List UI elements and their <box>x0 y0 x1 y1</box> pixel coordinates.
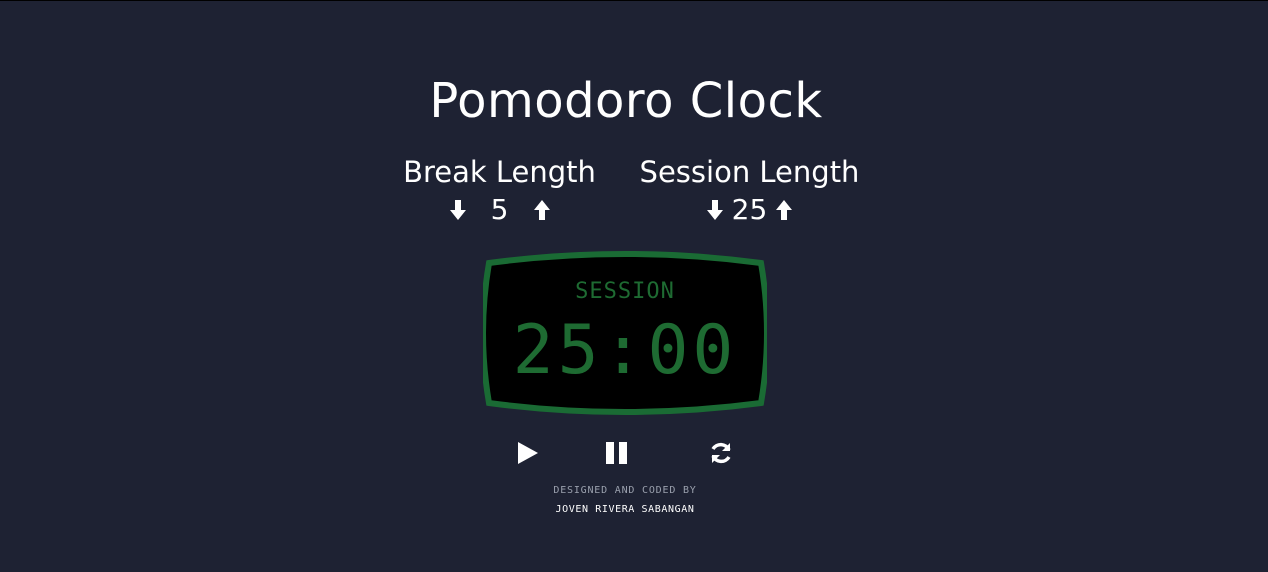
arrow-up-icon <box>776 199 793 220</box>
timer-time: 25:00 <box>512 311 738 390</box>
credit-author: JOVEN RIVERA SABANGAN <box>555 504 695 515</box>
arrow-down-icon <box>706 199 723 220</box>
session-increment-button[interactable] <box>771 197 797 223</box>
break-length-controls: 5 <box>398 193 601 226</box>
pause-icon <box>606 442 627 464</box>
play-button[interactable] <box>511 437 543 469</box>
session-length-value: 25 <box>731 193 768 226</box>
session-length-label: Session Length <box>639 155 860 189</box>
timer-display: SESSION 25:00 <box>483 249 767 417</box>
page-title: Pomodoro Clock <box>429 73 823 129</box>
session-length-control: Session Length 25 <box>635 155 864 226</box>
break-length-label: Break Length <box>403 155 596 189</box>
break-length-value: 5 <box>490 193 509 226</box>
arrow-down-icon <box>449 199 466 220</box>
credit-caption: DESIGNED AND CODED BY <box>553 485 697 496</box>
play-icon <box>518 442 538 464</box>
refresh-icon <box>711 442 731 464</box>
timer-mode-label: SESSION <box>575 279 675 304</box>
break-increment-button[interactable] <box>529 197 555 223</box>
break-decrement-button[interactable] <box>445 197 471 223</box>
pause-button[interactable] <box>601 437 633 469</box>
session-length-controls: 25 <box>635 193 864 226</box>
arrow-up-icon <box>533 199 550 220</box>
reset-button[interactable] <box>705 437 737 469</box>
break-length-control: Break Length 5 <box>398 155 601 226</box>
session-decrement-button[interactable] <box>702 197 728 223</box>
